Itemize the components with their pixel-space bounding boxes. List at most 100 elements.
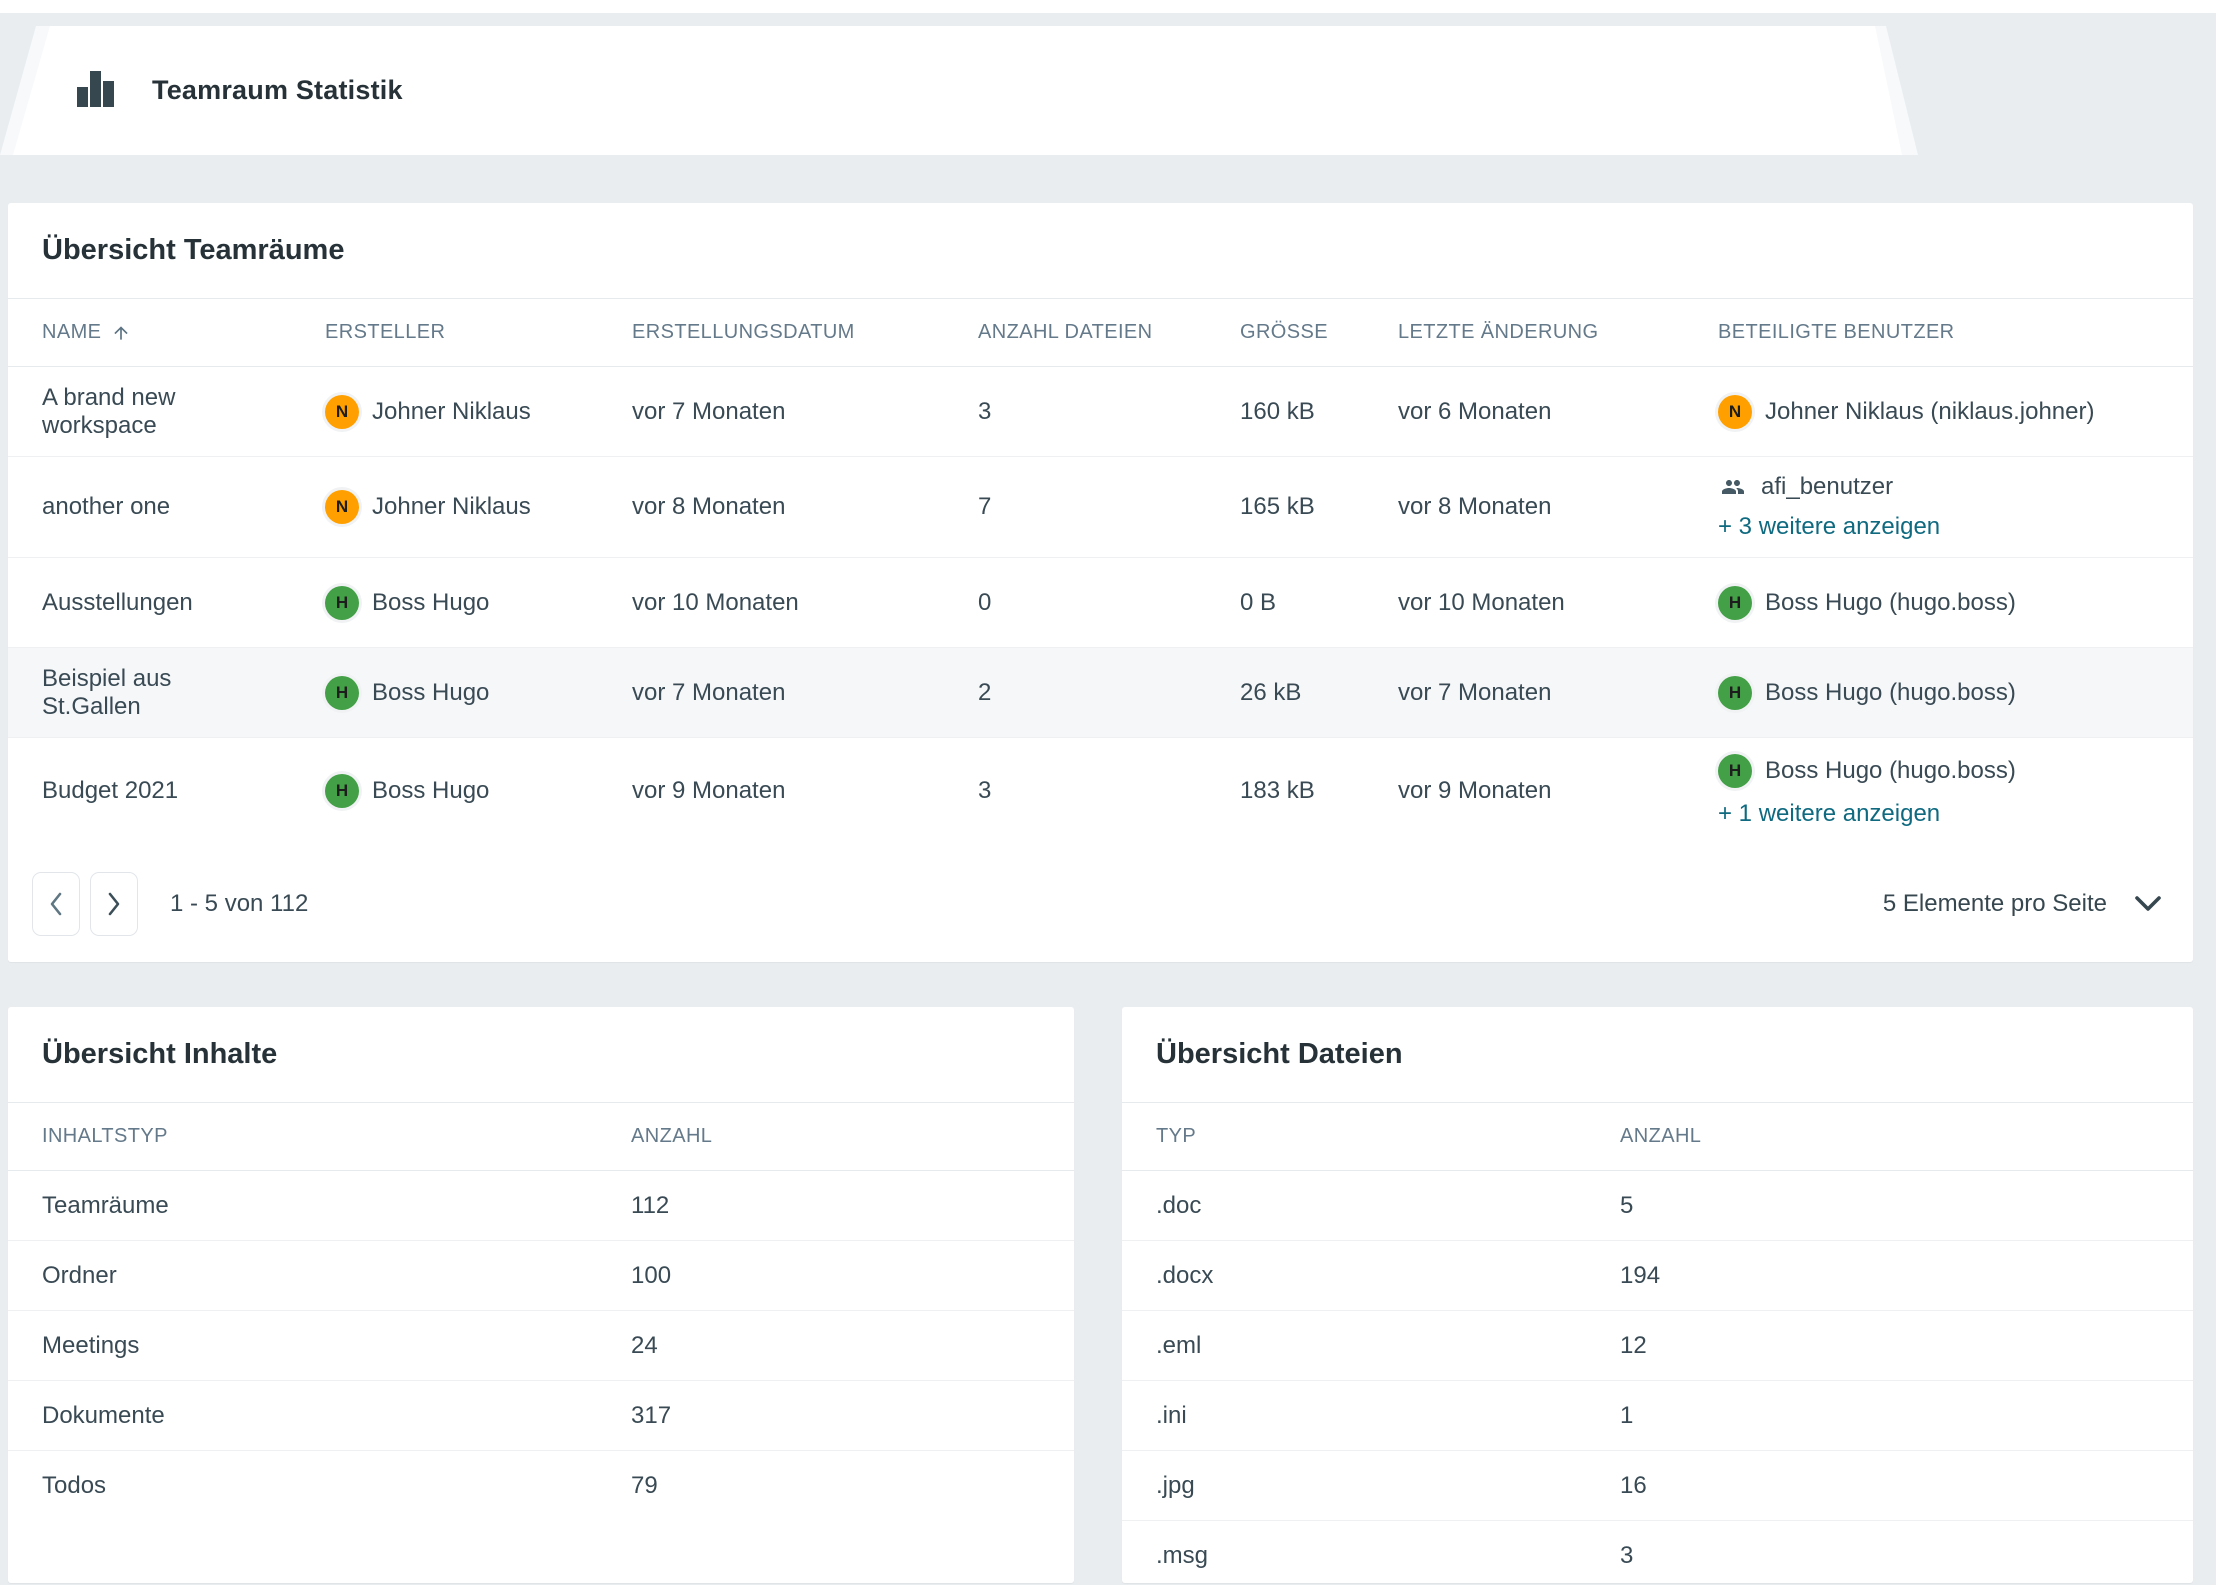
teamroom-users: N Johner Niklaus (niklaus.johner) <box>1718 395 2193 429</box>
column-header-ersteller[interactable]: ERSTELLER <box>325 321 632 344</box>
column-header-label: ERSTELLUNGSDATUM <box>632 321 855 344</box>
file-type-row-label: .msg <box>1156 1542 1620 1570</box>
column-header-anzahl-dateien[interactable]: ANZAHL DATEIEN <box>978 321 1240 344</box>
teamroom-created: vor 8 Monaten <box>632 493 978 521</box>
user-avatar: H <box>325 586 359 620</box>
teamrooms-table-header: NAMEERSTELLER ERSTELLUNGSDATUM ANZAHL DATE… <box>8 299 2193 367</box>
teamroom-users: afi_benutzer + 3 weitere anzeigen <box>1718 473 2193 541</box>
teamroom-file-count: 0 <box>978 589 1240 617</box>
column-header-label: BETEILIGTE BENUTZER <box>1718 321 1955 344</box>
file-type-row-count: 12 <box>1620 1332 2193 1360</box>
file-type-row-label: .doc <box>1156 1192 1620 1220</box>
user-avatar: H <box>1718 586 1752 620</box>
users-line: N Johner Niklaus (niklaus.johner) <box>1718 395 2173 429</box>
file-type-row-label: .docx <box>1156 1262 1620 1290</box>
teamroom-name: A brand new workspace <box>42 384 325 440</box>
content-type-row-count: 79 <box>631 1472 1074 1500</box>
teamroom-users: HBoss Hugo (hugo.boss) <box>1718 586 2193 620</box>
column-header-beteiligte-benutzer[interactable]: BETEILIGTE BENUTZER <box>1718 321 2193 344</box>
teamroom-name: Beispiel aus St.Gallen <box>42 665 325 721</box>
teamroom-file-count: 3 <box>978 398 1240 426</box>
user-avatar: H <box>1718 754 1752 788</box>
content-type-row-label: Ordner <box>42 1262 631 1290</box>
file-type-row: .jpg16 <box>1122 1451 2193 1521</box>
user-avatar: N <box>325 395 359 429</box>
user-avatar: N <box>325 490 359 524</box>
contents-card-title: Übersicht Inhalte <box>8 1007 1074 1103</box>
column-header-grösse[interactable]: GRÖSSE <box>1240 321 1398 344</box>
group-icon <box>1718 475 1748 499</box>
teamroom-creator: NJohner Niklaus <box>325 395 632 429</box>
files-table-body: .doc5.docx194.eml12.ini1.jpg16.msg3 <box>1122 1171 2193 1583</box>
teamroom-size: 183 kB <box>1240 777 1398 805</box>
file-type-row-label: .jpg <box>1156 1472 1620 1500</box>
users-line: afi_benutzer <box>1718 473 2173 501</box>
teamroom-modified: vor 10 Monaten <box>1398 589 1718 617</box>
user-avatar: N <box>1718 395 1752 429</box>
teamroom-users: HBoss Hugo (hugo.boss) <box>1718 676 2193 710</box>
creator-name: Boss Hugo <box>372 679 489 707</box>
prev-page-button[interactable] <box>32 872 80 936</box>
content-type-row-label: Dokumente <box>42 1402 631 1430</box>
column-header-anzahl: ANZAHL <box>1620 1125 2193 1148</box>
per-page-select[interactable]: 5 Elemente pro Seite <box>1883 890 2163 918</box>
teamroom-size: 160 kB <box>1240 398 1398 426</box>
column-header-label: ANZAHL DATEIEN <box>978 321 1153 344</box>
column-header-label: GRÖSSE <box>1240 321 1328 344</box>
teamroom-creator: NJohner Niklaus <box>325 490 632 524</box>
teamrooms-card-title: Übersicht Teamräume <box>8 203 2193 299</box>
teamroom-name: Ausstellungen <box>42 589 325 617</box>
pagination: 1 - 5 von 112 5 Elemente pro Seite <box>8 858 2193 962</box>
teamroom-size: 26 kB <box>1240 679 1398 707</box>
teamroom-row[interactable]: another oneNJohner Niklausvor 8 Monaten7… <box>8 457 2193 558</box>
content-type-row: Meetings24 <box>8 1311 1074 1381</box>
content-type-row-count: 317 <box>631 1402 1074 1430</box>
teamroom-creator: HBoss Hugo <box>325 774 632 808</box>
column-header-letzte-änderung[interactable]: LETZTE ÄNDERUNG <box>1398 321 1718 344</box>
teamroom-file-count: 2 <box>978 679 1240 707</box>
teamroom-row[interactable]: Beispiel aus St.GallenHBoss Hugovor 7 Mo… <box>8 648 2193 738</box>
teamroom-created: vor 10 Monaten <box>632 589 978 617</box>
users-line: HBoss Hugo (hugo.boss) <box>1718 754 2173 788</box>
user-label: afi_benutzer <box>1761 473 1893 501</box>
chevron-left-icon <box>47 890 65 918</box>
file-type-row: .doc5 <box>1122 1171 2193 1241</box>
column-header-label: ERSTELLER <box>325 321 445 344</box>
teamroom-row[interactable]: Budget 2021HBoss Hugovor 9 Monaten3183 k… <box>8 738 2193 858</box>
teamroom-creator: H Boss Hugo <box>325 586 632 620</box>
file-type-row: .msg3 <box>1122 1521 2193 1583</box>
users-line: HBoss Hugo (hugo.boss) <box>1718 586 2173 620</box>
next-page-button[interactable] <box>90 872 138 936</box>
teamroom-created: vor 7 Monaten <box>632 398 978 426</box>
file-type-row-count: 1 <box>1620 1402 2193 1430</box>
column-header-erstellungsdatum[interactable]: ERSTELLUNGSDATUM <box>632 321 978 344</box>
content-type-row: Ordner100 <box>8 1241 1074 1311</box>
content-type-row-label: Meetings <box>42 1332 631 1360</box>
chevron-down-icon <box>2133 895 2163 913</box>
file-type-row: .ini1 <box>1122 1381 2193 1451</box>
teamroom-row[interactable]: A brand new workspaceNJohner Niklausvor … <box>8 367 2193 457</box>
teamrooms-card: Übersicht Teamräume NAMEERSTELLER ERSTELL… <box>8 203 2193 962</box>
teamroom-file-count: 3 <box>978 777 1240 805</box>
column-header-label: LETZTE ÄNDERUNG <box>1398 321 1598 344</box>
column-header-name[interactable]: NAME <box>42 321 325 344</box>
content-type-row-count: 100 <box>631 1262 1074 1290</box>
bottom-section: Übersicht Inhalte INHALTSTYPANZAHL Teamr… <box>8 1007 2193 1583</box>
file-type-row: .eml12 <box>1122 1311 2193 1381</box>
teamroom-row[interactable]: AusstellungenHBoss Hugovor 10 Monaten00 … <box>8 558 2193 648</box>
file-type-row-count: 16 <box>1620 1472 2193 1500</box>
show-more-users-link[interactable]: + 1 weitere anzeigen <box>1718 800 1940 828</box>
bar-chart-icon <box>76 69 114 112</box>
show-more-users-link[interactable]: + 3 weitere anzeigen <box>1718 513 1940 541</box>
content-type-row: Dokumente317 <box>8 1381 1074 1451</box>
creator-name: Boss Hugo <box>372 777 489 805</box>
user-label: Boss Hugo (hugo.boss) <box>1765 679 2016 707</box>
file-type-row-label: .eml <box>1156 1332 1620 1360</box>
file-type-row-count: 194 <box>1620 1262 2193 1290</box>
sort-ascending-icon <box>111 323 131 343</box>
user-label: Johner Niklaus (niklaus.johner) <box>1765 398 2094 426</box>
content-type-row-count: 112 <box>631 1192 1074 1220</box>
creator-name: Boss Hugo <box>372 589 489 617</box>
teamroom-size: 0 B <box>1240 589 1398 617</box>
file-type-row-count: 5 <box>1620 1192 2193 1220</box>
